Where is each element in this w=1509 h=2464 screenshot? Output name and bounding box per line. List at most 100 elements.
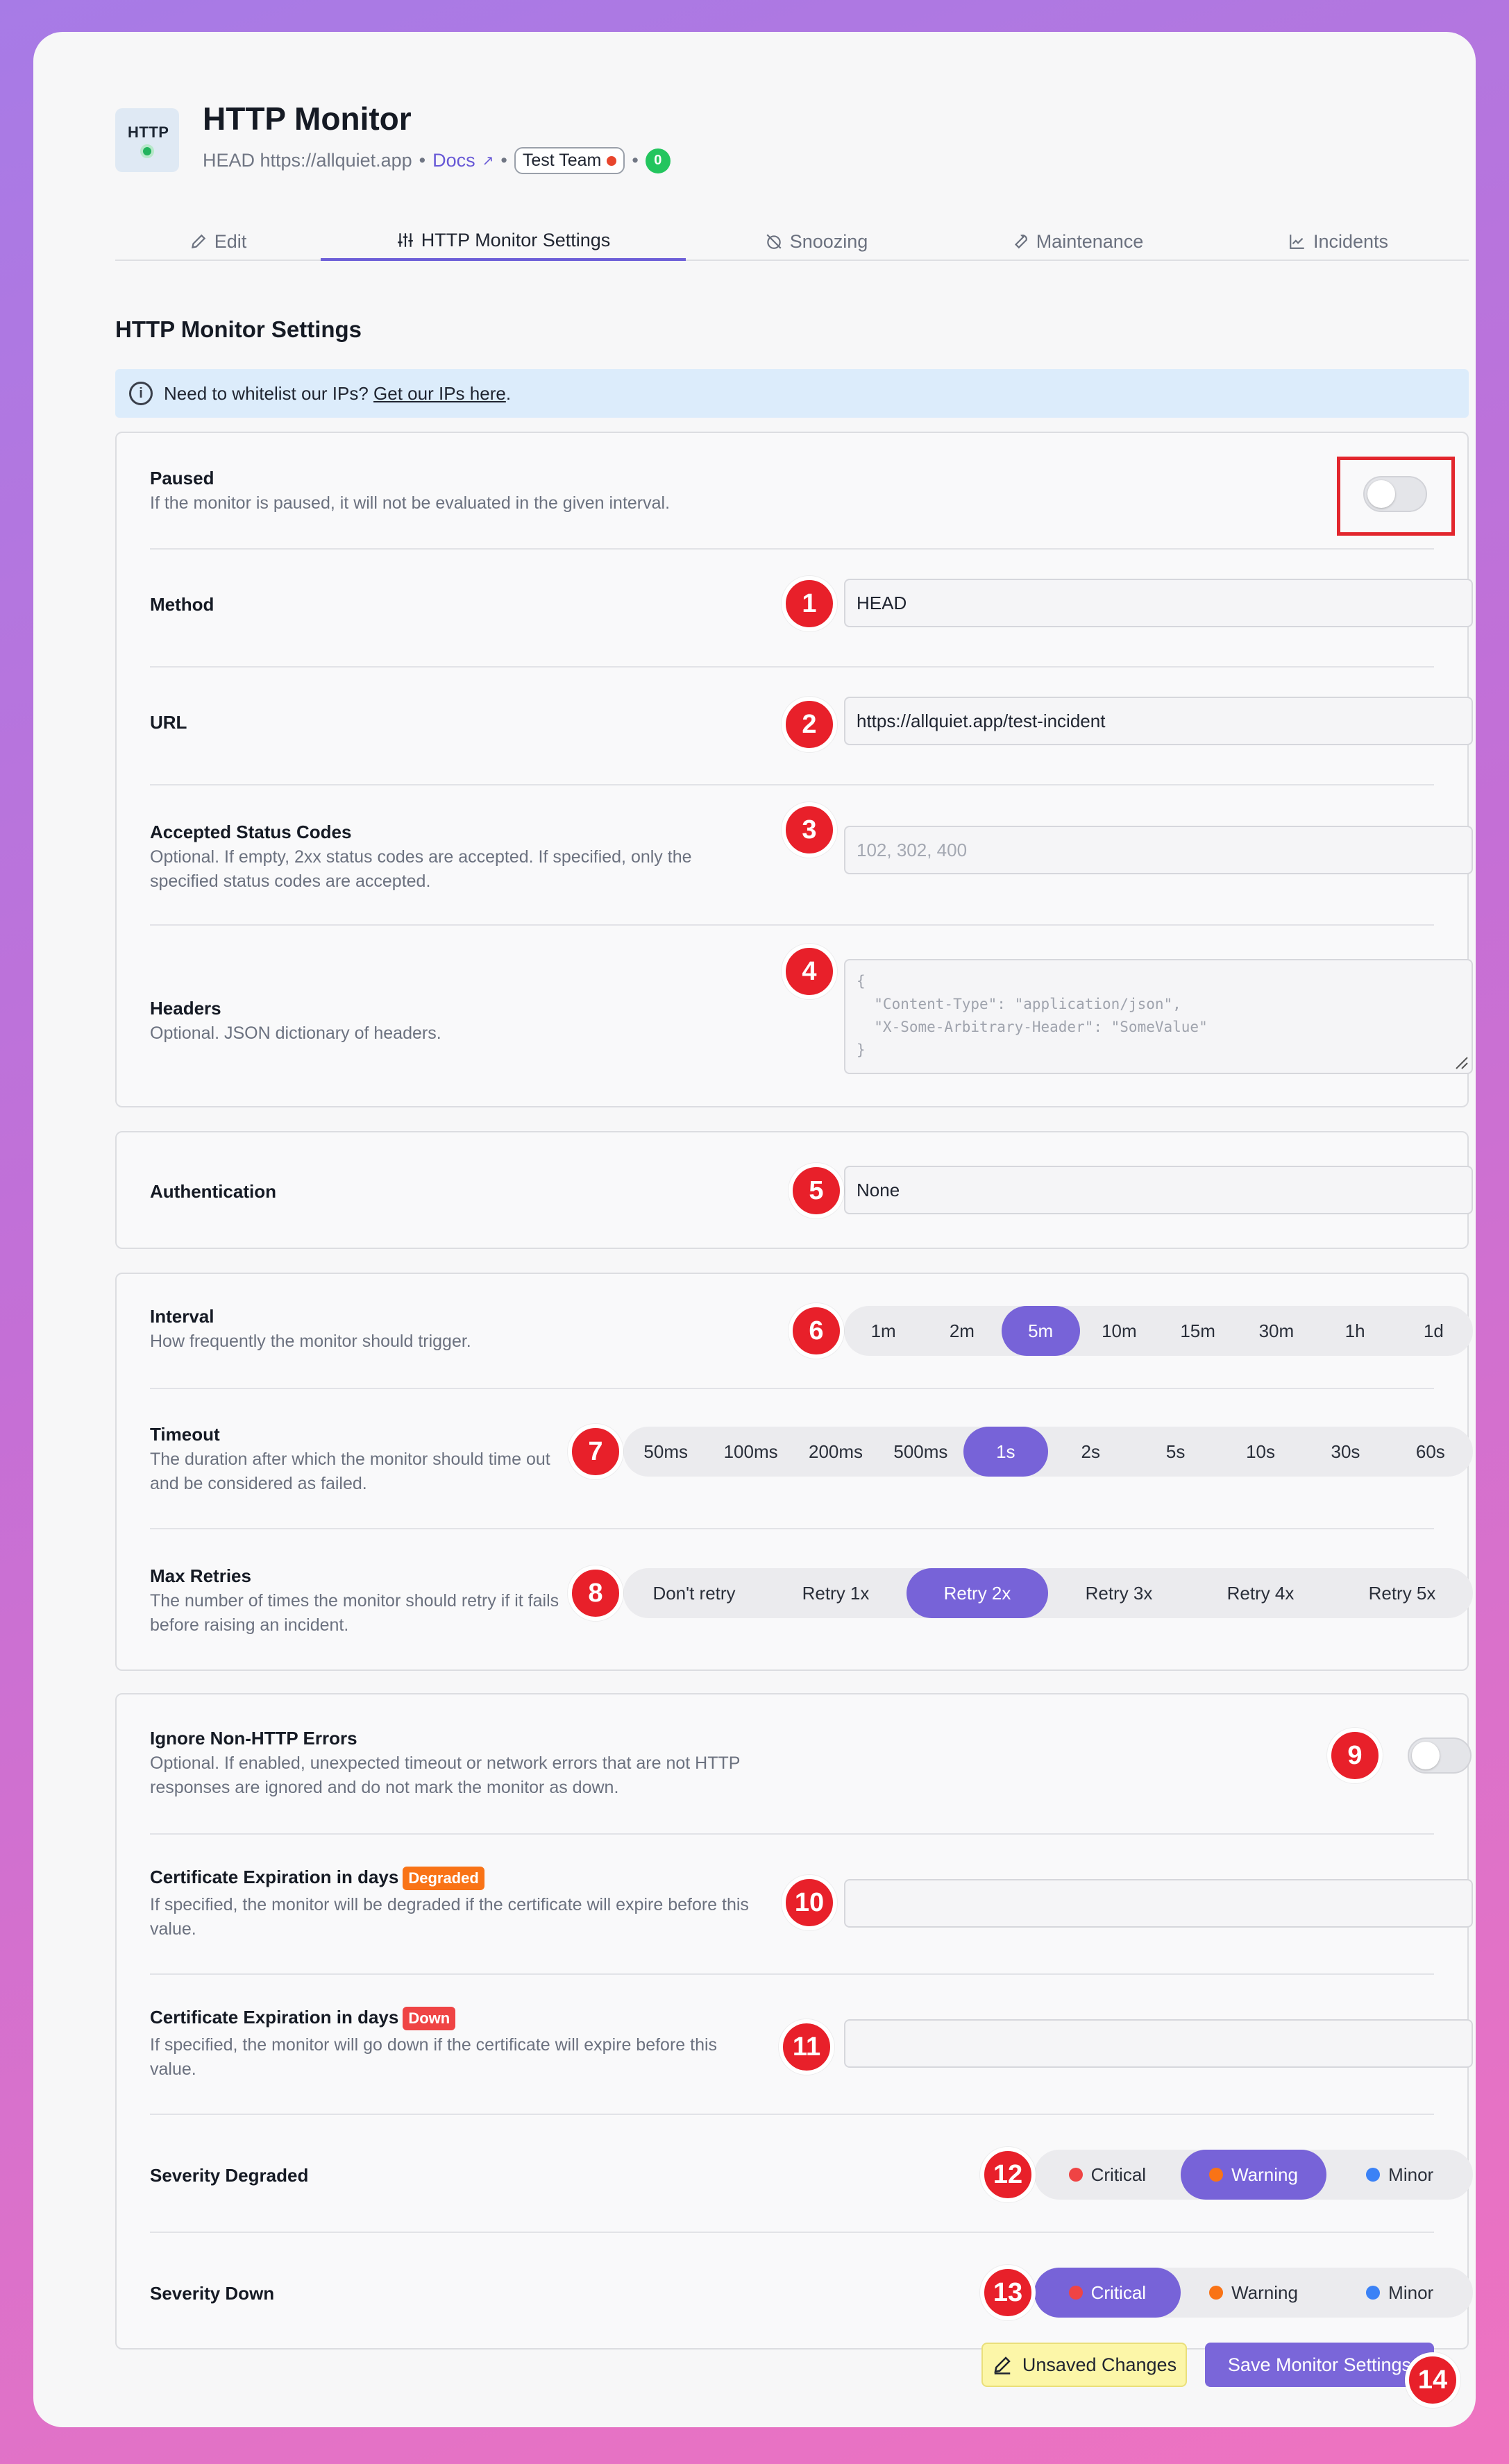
option-minor[interactable]: Minor — [1326, 2150, 1473, 2200]
bullet: • — [500, 150, 507, 171]
option-60s[interactable]: 60s — [1388, 1427, 1473, 1477]
option-2m[interactable]: 2m — [922, 1306, 1001, 1356]
divider — [150, 1528, 1434, 1529]
http-logo: HTTP — [115, 108, 179, 172]
marker-5: 5 — [789, 1163, 844, 1218]
marker-10: 10 — [782, 1875, 837, 1930]
option-500ms[interactable]: 500ms — [878, 1427, 963, 1477]
snooze-icon — [766, 234, 782, 249]
option-1d[interactable]: 1d — [1394, 1306, 1473, 1356]
option-retry-5x[interactable]: Retry 5x — [1331, 1568, 1473, 1618]
cert-down-input[interactable] — [844, 2019, 1473, 2068]
option-30s[interactable]: 30s — [1303, 1427, 1388, 1477]
tab-label: Edit — [214, 230, 247, 252]
divider — [150, 2114, 1434, 2115]
divider — [150, 1833, 1434, 1835]
option-warning[interactable]: Warning — [1180, 2150, 1327, 2200]
timeout-desc: The duration after which the monitor sho… — [150, 1450, 550, 1493]
option-1m[interactable]: 1m — [844, 1306, 922, 1356]
option-retry-4x[interactable]: Retry 4x — [1190, 1568, 1331, 1618]
cert-degraded-input[interactable] — [844, 1879, 1473, 1928]
option-label: 30m — [1258, 1320, 1295, 1341]
docs-link[interactable]: Docs — [432, 150, 475, 171]
headers-row: Headers Optional. JSON dictionary of hea… — [150, 944, 1473, 1077]
url-row: URL https://allquiet.app/test-incident 2 — [150, 697, 1473, 752]
divider — [150, 666, 1434, 668]
method-select[interactable]: HEAD — [844, 579, 1473, 627]
option-50ms[interactable]: 50ms — [623, 1427, 708, 1477]
option-critical[interactable]: Critical — [1034, 2268, 1181, 2318]
option-label: Don't retry — [652, 1582, 736, 1604]
option-label: Retry 1x — [802, 1582, 870, 1604]
option-label: 2s — [1081, 1441, 1100, 1462]
status-codes-input[interactable]: 102, 302, 400 — [844, 826, 1473, 874]
option-label: Warning — [1231, 2164, 1298, 2185]
timing-panel: Interval How frequently the monitor shou… — [115, 1273, 1473, 1671]
authentication-row: Authentication None 5 — [150, 1163, 1473, 1218]
option-retry-2x[interactable]: Retry 2x — [907, 1568, 1048, 1618]
section-title: HTTP Monitor Settings — [115, 316, 362, 342]
retries-row: Max Retries The number of times the moni… — [150, 1565, 1473, 1635]
tab-snoozing[interactable]: Snoozing — [686, 222, 947, 261]
severity-degraded-row: Severity Degraded Critical Warning Minor 1… — [150, 2147, 1473, 2202]
severity-down-selector: Critical Warning Minor — [1034, 2268, 1473, 2318]
marker-8: 8 — [568, 1565, 623, 1621]
authentication-select[interactable]: None — [844, 1166, 1473, 1214]
severity-dot-icon — [1068, 2286, 1083, 2300]
pencil-icon — [191, 234, 205, 249]
option-label: 1s — [996, 1441, 1015, 1462]
tab-label: Incidents — [1313, 230, 1389, 252]
tab-edit[interactable]: Edit — [115, 222, 321, 261]
paused-toggle[interactable] — [1363, 476, 1427, 512]
cert-degraded-desc: If specified, the monitor will be degrad… — [150, 1895, 749, 1939]
headers-textarea[interactable]: { "Content-Type": "application/json", "X… — [844, 959, 1473, 1074]
tab-incidents[interactable]: Incidents — [1208, 222, 1469, 261]
authentication-label: Authentication — [150, 1181, 276, 1202]
unsaved-changes-button[interactable]: Unsaved Changes — [981, 2343, 1187, 2387]
option-10s[interactable]: 10s — [1218, 1427, 1303, 1477]
tab-label: HTTP Monitor Settings — [421, 229, 611, 250]
cert-degraded-label: Certificate Expiration in days Degraded — [150, 1867, 484, 1891]
option-critical[interactable]: Critical — [1034, 2150, 1181, 2200]
ignore-errors-toggle[interactable] — [1408, 1737, 1472, 1774]
option-10m[interactable]: 10m — [1080, 1306, 1158, 1356]
team-chip[interactable]: Test Team — [514, 147, 625, 174]
marker-6: 6 — [789, 1303, 844, 1359]
tab-maintenance[interactable]: Maintenance — [947, 222, 1208, 261]
option-label: 60s — [1415, 1441, 1445, 1462]
interval-label: Interval — [150, 1306, 214, 1327]
option-warning[interactable]: Warning — [1181, 2268, 1327, 2318]
severity-dot-icon — [1366, 2286, 1381, 2300]
option-retry-3x[interactable]: Retry 3x — [1048, 1568, 1190, 1618]
option-5m[interactable]: 5m — [1001, 1306, 1080, 1356]
option-5s[interactable]: 5s — [1133, 1427, 1217, 1477]
option-200ms[interactable]: 200ms — [793, 1427, 878, 1477]
sliders-icon — [397, 233, 413, 247]
unsaved-label: Unsaved Changes — [1022, 2354, 1177, 2375]
authentication-panel: Authentication None 5 — [115, 1131, 1473, 1249]
marker-9: 9 — [1327, 1728, 1383, 1783]
option-don-t-retry[interactable]: Don't retry — [623, 1568, 765, 1618]
option-retry-1x[interactable]: Retry 1x — [765, 1568, 907, 1618]
severity-down-label: Severity Down — [150, 2283, 275, 2304]
resize-handle-icon[interactable] — [1453, 1055, 1469, 1070]
option-label: 1m — [870, 1320, 896, 1341]
marker-4: 4 — [782, 944, 837, 999]
status-dot-icon — [140, 144, 154, 158]
option-1h[interactable]: 1h — [1316, 1306, 1394, 1356]
option-minor[interactable]: Minor — [1326, 2268, 1473, 2318]
ignore-errors-desc: Optional. If enabled, unexpected timeout… — [150, 1753, 740, 1797]
option-1s[interactable]: 1s — [963, 1427, 1049, 1477]
tab-http-monitor-settings[interactable]: HTTP Monitor Settings — [321, 222, 686, 261]
option-100ms[interactable]: 100ms — [708, 1427, 793, 1477]
option-2s[interactable]: 2s — [1048, 1427, 1133, 1477]
count-badge: 0 — [645, 148, 671, 173]
method-label: Method — [150, 594, 214, 615]
option-15m[interactable]: 15m — [1158, 1306, 1237, 1356]
status-codes-desc: Optional. If empty, 2xx status codes are… — [150, 847, 692, 891]
option-label: 5m — [1028, 1320, 1054, 1341]
option-30m[interactable]: 30m — [1237, 1306, 1315, 1356]
get-ips-link[interactable]: Get our IPs here — [373, 383, 506, 404]
url-input[interactable]: https://allquiet.app/test-incident — [844, 697, 1473, 745]
save-monitor-settings-button[interactable]: Save Monitor Settings — [1205, 2343, 1434, 2387]
